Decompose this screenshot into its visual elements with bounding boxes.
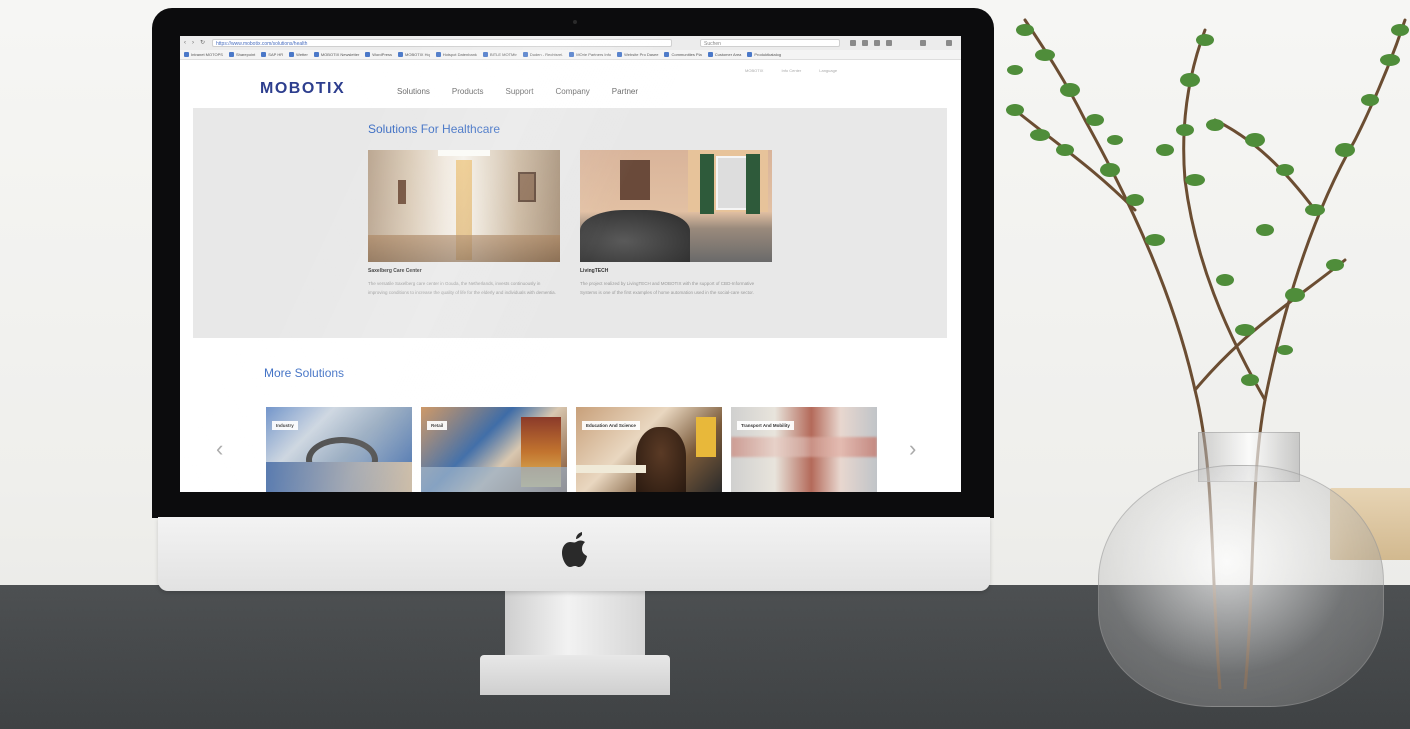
- tile-label: Transport And Mobility: [737, 421, 794, 430]
- bookmark-item[interactable]: Hotspot Datenbank: [435, 50, 477, 59]
- bookmark-item[interactable]: MOBOTIX Hq: [398, 50, 430, 59]
- bookmark-favicon-icon: [482, 52, 488, 57]
- bookmark-item[interactable]: MOBOTIX Newsletter: [313, 50, 360, 59]
- apple-logo-icon: [562, 532, 587, 567]
- util-link-mobotix[interactable]: MOBOTIX: [745, 68, 763, 73]
- browser-toolbar: ‹ › ↻ https://www.mobotix.com/solutions/…: [180, 36, 961, 51]
- bookmark-item[interactable]: Produktkatalog: [747, 50, 781, 59]
- reload-icon[interactable]: ↻: [200, 40, 206, 46]
- bookmark-label: MOBOTIX Hq: [405, 51, 430, 57]
- nav-partner[interactable]: Partner: [612, 87, 638, 96]
- bookmark-favicon-icon: [617, 52, 623, 57]
- bookmark-item[interactable]: WordPress: [365, 50, 392, 59]
- bookmark-favicon-icon: [522, 52, 528, 57]
- nav-company[interactable]: Company: [556, 87, 590, 96]
- language-selector[interactable]: Language: [819, 68, 837, 73]
- bookmark-favicon-icon: [313, 52, 319, 57]
- solution-tile[interactable]: Industry: [266, 407, 412, 492]
- tile-label: Industry: [272, 421, 298, 430]
- bookmark-label: Intranet MOTOPS: [191, 51, 223, 57]
- bookmark-label: Communities Pla: [671, 51, 702, 57]
- bookmark-label: Customer Area: [714, 51, 742, 57]
- glass-vase: [1098, 465, 1384, 707]
- case-study-name[interactable]: Saxelberg Care Center: [368, 268, 560, 274]
- url-field[interactable]: https://www.mobotix.com/solutions/health: [212, 39, 672, 47]
- utility-navigation: MOBOTIX Info Center Language: [745, 68, 837, 73]
- bookmark-label: BITLE MOTMtr: [489, 51, 517, 57]
- bookmark-item[interactable]: MOrie Partners Info: [569, 50, 611, 59]
- extension-icon[interactable]: [920, 40, 926, 46]
- solution-tile[interactable]: Retail: [421, 407, 567, 492]
- healthcare-section: Solutions For Healthcare Saxelberg Care …: [193, 108, 947, 338]
- solution-tile[interactable]: Education And Science: [576, 407, 722, 492]
- bookmark-label: SAP HR: [268, 51, 284, 57]
- case-study-description: The versatile Saxelberg care center in G…: [368, 281, 556, 295]
- bookmark-favicon-icon: [747, 52, 753, 57]
- bookmark-item[interactable]: Wetter: [289, 50, 308, 59]
- bookmark-item[interactable]: Communities Pla: [664, 50, 702, 59]
- camera-icon: [573, 20, 577, 24]
- home-icon[interactable]: [874, 40, 880, 46]
- bookmark-label: Duden - Rechtsrei.: [529, 51, 564, 57]
- healthcare-title: Solutions For Healthcare: [368, 122, 501, 136]
- site-header: MOBOTIX Solutions Products Support Compa…: [180, 60, 961, 108]
- browser-search-field[interactable]: Suchen: [700, 39, 840, 47]
- bookmark-item[interactable]: SAP HR: [261, 50, 283, 59]
- bookmark-favicon-icon: [365, 52, 371, 57]
- bookmark-favicon-icon: [664, 52, 670, 57]
- bookmark-item[interactable]: Duden - Rechtsrei.: [522, 50, 564, 59]
- case-study-name[interactable]: LivingTECH: [580, 268, 772, 274]
- bookmark-label: MOBOTIX Newsletter: [320, 51, 360, 57]
- mobotix-logo[interactable]: MOBOTIX: [260, 80, 345, 98]
- bookmark-favicon-icon: [398, 52, 404, 57]
- bookmark-favicon-icon: [289, 52, 295, 57]
- case-study-card[interactable]: LivingTECH The project realized by Livin…: [580, 150, 772, 297]
- shield-icon[interactable]: [886, 40, 892, 46]
- bookmark-label: Website Pro Dasee: [624, 51, 659, 57]
- solution-tile[interactable]: Transport And Mobility: [731, 407, 877, 492]
- care-center-hallway-image[interactable]: [368, 150, 560, 262]
- tile-label: Education And Science: [582, 421, 640, 430]
- monitor-stand-base: [480, 655, 670, 695]
- bookmark-label: MOrie Partners Info: [576, 51, 612, 57]
- bookmark-favicon-icon: [228, 52, 234, 57]
- bookmark-favicon-icon: [435, 52, 441, 57]
- chevron-left-icon[interactable]: ‹: [216, 436, 223, 462]
- bookmark-favicon-icon: [569, 52, 575, 57]
- main-navigation: Solutions Products Support Company Partn…: [397, 87, 638, 96]
- bookmark-star-icon[interactable]: [850, 40, 856, 46]
- bookmark-label: Wetter: [296, 51, 308, 57]
- bookmark-label: Produktkatalog: [754, 51, 782, 57]
- case-study-description: The project realized by LivingTECH and M…: [580, 281, 755, 295]
- bookmark-item[interactable]: Website Pro Dasee: [617, 50, 658, 59]
- back-arrow-icon[interactable]: ‹: [184, 40, 190, 46]
- living-tech-house-image[interactable]: [580, 150, 772, 262]
- util-link-info-center[interactable]: Info Center: [781, 68, 801, 73]
- bookmark-favicon-icon: [261, 52, 267, 57]
- bookmark-item[interactable]: Intranet MOTOPS: [184, 50, 223, 59]
- bookmark-item[interactable]: Sharepoint: [228, 50, 256, 59]
- nav-support[interactable]: Support: [506, 87, 534, 96]
- nav-solutions[interactable]: Solutions: [397, 87, 430, 96]
- forward-arrow-icon[interactable]: ›: [192, 40, 198, 46]
- bookmark-label: Hotspot Datenbank: [442, 51, 477, 57]
- chevron-right-icon[interactable]: ›: [909, 436, 916, 462]
- bookmark-favicon-icon: [707, 52, 713, 57]
- bookmark-favicon-icon: [184, 52, 189, 57]
- screen: ‹ › ↻ https://www.mobotix.com/solutions/…: [180, 36, 961, 492]
- bookmark-label: Sharepoint: [235, 51, 256, 57]
- bookmark-label: WordPress: [372, 51, 393, 57]
- more-solutions-title: More Solutions: [264, 366, 345, 380]
- nav-products[interactable]: Products: [452, 87, 484, 96]
- downloads-icon[interactable]: [862, 40, 868, 46]
- case-study-card[interactable]: Saxelberg Care Center The versatile Saxe…: [368, 150, 560, 297]
- bookmarks-bar: Intranet MOTOPS Sharepoint SAP HR Wetter MOB…: [180, 50, 961, 60]
- bookmark-item[interactable]: BITLE MOTMtr: [482, 50, 517, 59]
- menu-icon[interactable]: [946, 40, 952, 46]
- tile-label: Retail: [427, 421, 448, 430]
- bookmark-item[interactable]: Customer Area: [707, 50, 742, 59]
